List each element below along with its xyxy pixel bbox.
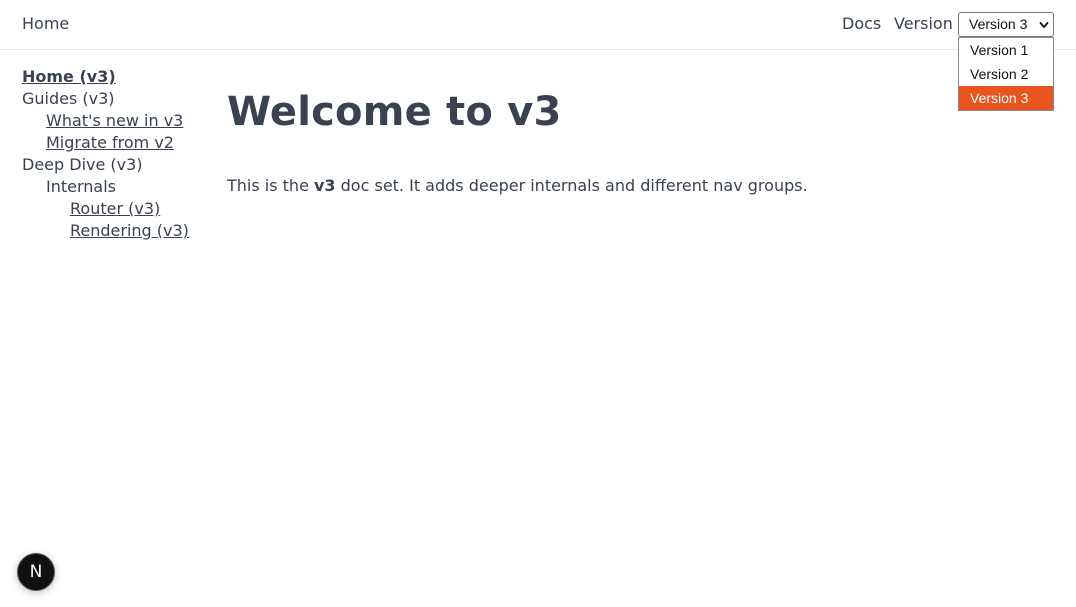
sidebar-item-rendering[interactable]: Rendering (v3) [22, 220, 212, 242]
intro-paragraph: This is the v3 doc set. It adds deeper i… [227, 174, 1047, 198]
docs-link[interactable]: Docs [842, 14, 881, 33]
sidebar-item-migrate[interactable]: Migrate from v2 [22, 132, 212, 154]
sidebar-group-internals: Internals [46, 177, 116, 196]
sidebar-item-home[interactable]: Home (v3) [22, 66, 212, 88]
sidebar-group-guides: Guides (v3) [22, 89, 115, 108]
version-option-2[interactable]: Version 2 [959, 62, 1053, 86]
sidebar: Home (v3) Guides (v3) What's new in v3 M… [22, 66, 212, 242]
intro-suffix: doc set. It adds deeper internals and di… [335, 176, 808, 195]
home-link[interactable]: Home [22, 14, 69, 33]
sidebar-group-deep-dive: Deep Dive (v3) [22, 155, 143, 174]
version-dropdown: Version 1 Version 2 Version 3 [958, 37, 1054, 111]
version-option-3[interactable]: Version 3 [959, 86, 1053, 110]
intro-version-bold: v3 [314, 176, 336, 195]
version-select-value: Version 3 [969, 16, 1028, 32]
version-option-1[interactable]: Version 1 [959, 38, 1053, 62]
intro-prefix: This is the [227, 176, 314, 195]
top-header: Home Docs Version Version 3 [0, 0, 1076, 50]
badge-letter: N [29, 562, 43, 582]
sidebar-item-whats-new[interactable]: What's new in v3 [22, 110, 212, 132]
version-label: Version [894, 14, 953, 33]
version-select[interactable]: Version 3 [958, 12, 1054, 37]
main-content: Welcome to v3 This is the v3 doc set. It… [227, 84, 1047, 198]
chevron-down-icon [1039, 22, 1049, 28]
sidebar-item-router[interactable]: Router (v3) [22, 198, 212, 220]
nextjs-devtools-badge[interactable]: N [17, 553, 55, 591]
page-title: Welcome to v3 [227, 89, 562, 135]
